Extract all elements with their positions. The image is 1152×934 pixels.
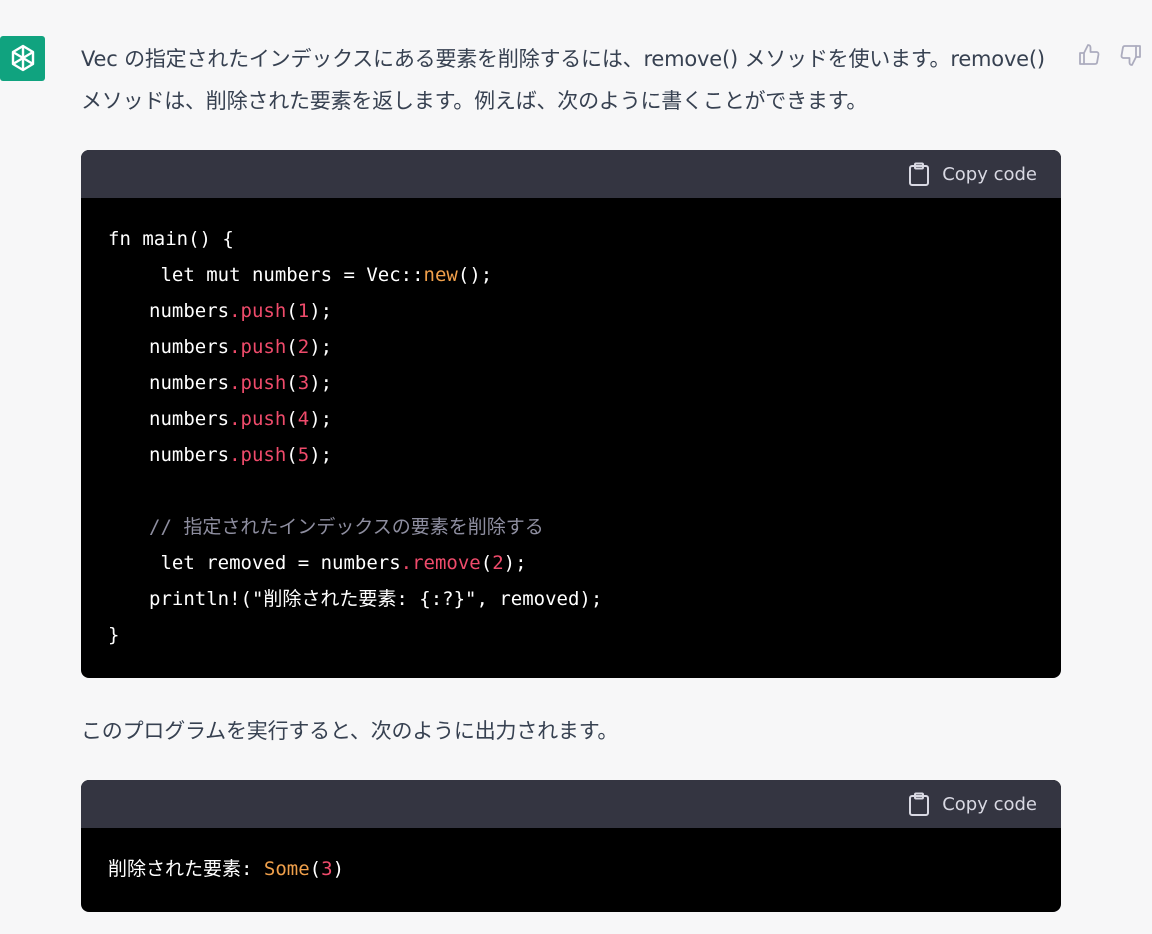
code-line: let mut numbers = Vec::new(); bbox=[149, 264, 493, 286]
code-line: numbers.push(3); bbox=[149, 372, 333, 394]
code-line: numbers.push(4); bbox=[149, 408, 333, 430]
code-comment: // 指定されたインデックスの要素を削除する bbox=[149, 516, 544, 538]
code-block-header: Copy code bbox=[81, 780, 1061, 828]
openai-logo-icon bbox=[11, 44, 34, 71]
code-content: fn main() { let mut numbers = Vec::new()… bbox=[81, 198, 1061, 653]
feedback-controls bbox=[1076, 42, 1144, 68]
code-line: } bbox=[108, 624, 120, 646]
code-line: let removed = numbers.remove(2); bbox=[149, 552, 527, 574]
code-line: fn main() { bbox=[108, 228, 234, 250]
code-block-rust: Copy code fn main() { let mut numbers = … bbox=[81, 150, 1061, 678]
code-line: numbers.push(1); bbox=[149, 300, 333, 322]
clipboard-icon bbox=[909, 792, 930, 816]
thumbs-down-button[interactable] bbox=[1118, 42, 1144, 68]
thumbs-up-button[interactable] bbox=[1076, 42, 1102, 68]
output-line: 削除された要素: Some(3) bbox=[108, 858, 345, 880]
copy-code-label: Copy code bbox=[942, 163, 1037, 185]
code-block-output: Copy code 削除された要素: Some(3) bbox=[81, 780, 1061, 912]
output-content: 削除された要素: Some(3) bbox=[81, 828, 1061, 887]
intro-text: Vec の指定されたインデックスにある要素を削除するには、remove() メソ… bbox=[81, 47, 1045, 113]
copy-code-button[interactable]: Copy code bbox=[908, 792, 1037, 816]
assistant-avatar bbox=[0, 36, 45, 81]
copy-code-button[interactable]: Copy code bbox=[908, 162, 1037, 186]
thumbs-down-icon bbox=[1120, 45, 1141, 66]
code-line: numbers.push(5); bbox=[149, 444, 333, 466]
copy-code-label: Copy code bbox=[942, 793, 1037, 815]
assistant-message-intro: Vec の指定されたインデックスにある要素を削除するには、remove() メソ… bbox=[81, 38, 1061, 122]
code-line: println!("削除された要素: {:?}", removed); bbox=[149, 588, 603, 610]
thumbs-up-icon bbox=[1079, 44, 1100, 65]
output-intro-text: このプログラムを実行すると、次のように出力されます。 bbox=[81, 719, 619, 743]
assistant-message-output: このプログラムを実行すると、次のように出力されます。 bbox=[81, 710, 1061, 752]
clipboard-icon bbox=[909, 162, 930, 186]
code-block-header: Copy code bbox=[81, 150, 1061, 198]
code-line: numbers.push(2); bbox=[149, 336, 333, 358]
